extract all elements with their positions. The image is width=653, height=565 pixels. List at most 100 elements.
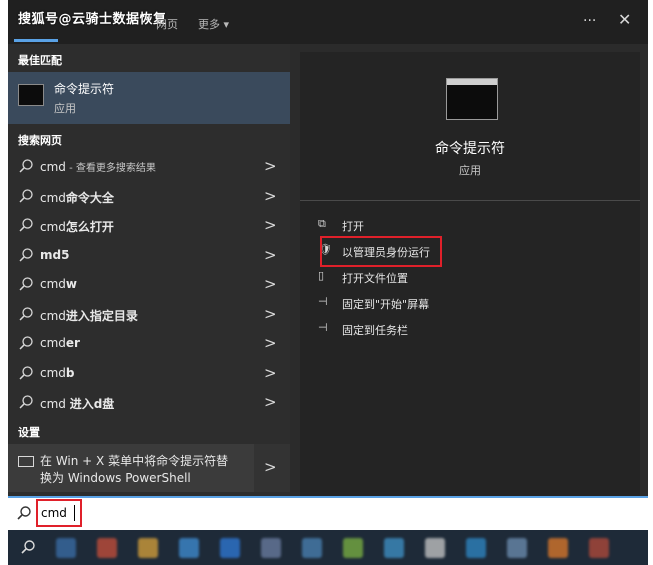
chevron-right-icon[interactable]: > xyxy=(264,334,277,352)
action-label: 打开文件位置 xyxy=(342,272,408,285)
command-prompt-icon xyxy=(18,84,44,106)
taskbar-app-icon[interactable] xyxy=(343,538,363,558)
web-result-suffix: 命令大全 xyxy=(65,190,114,205)
best-match-subtitle: 应用 xyxy=(54,102,76,115)
action-label: 固定到"开始"屏幕 xyxy=(342,298,430,311)
web-result-label: cmdw xyxy=(40,277,77,291)
taskbar-app-icon[interactable] xyxy=(138,538,158,558)
taskbar-search-icon[interactable] xyxy=(20,539,36,555)
web-result-item[interactable]: md5 > xyxy=(8,241,290,270)
pin-icon: ⊣ xyxy=(318,295,328,308)
setting-expand-button[interactable]: > xyxy=(254,444,290,492)
web-result-suffix: 进入d盘 xyxy=(69,397,115,411)
web-result-prefix: cmd xyxy=(40,220,66,234)
search-icon xyxy=(19,188,33,203)
search-focus-line xyxy=(8,496,648,498)
web-result-label: cmd命令大全 xyxy=(40,189,114,206)
chevron-right-icon[interactable]: > xyxy=(264,305,277,323)
taskbar-app-icon[interactable] xyxy=(384,538,404,558)
search-input[interactable] xyxy=(41,504,341,522)
search-icon xyxy=(19,277,33,291)
search-icon xyxy=(17,506,31,520)
setting-item-powershell[interactable]: 在 Win + X 菜单中将命令提示符替 换为 Windows PowerShe… xyxy=(8,444,290,492)
web-result-suffix: er xyxy=(65,336,80,350)
web-result-prefix: cmd xyxy=(40,277,66,291)
chevron-right-icon[interactable]: > xyxy=(264,187,277,205)
web-result-item[interactable]: cmd - 查看更多搜索结果 > xyxy=(8,152,290,181)
web-result-prefix: cmd xyxy=(40,336,66,350)
taskbar-app-icon[interactable] xyxy=(425,538,445,558)
setting-line-1: 在 Win + X 菜单中将命令提示符替 xyxy=(40,454,229,468)
tab-web[interactable]: 网页 xyxy=(156,16,178,32)
taskbar-app-icon[interactable] xyxy=(56,538,76,558)
results-pane: 最佳匹配 命令提示符 应用 搜索网页 cmd - 查看更多搜索结果 > cmd命令大… xyxy=(8,44,290,496)
web-result-prefix: cmd xyxy=(40,190,66,205)
preview-title: 命令提示符 xyxy=(435,141,505,157)
chevron-right-icon[interactable]: > xyxy=(264,216,277,234)
preview-subtitle: 应用 xyxy=(459,164,481,177)
web-heading: 搜索网页 xyxy=(18,134,62,147)
action-label: 固定到任务栏 xyxy=(342,324,408,337)
web-result-item[interactable]: cmd怎么打开 > xyxy=(8,211,290,240)
web-result-label: cmd进入指定目录 xyxy=(40,307,138,324)
web-result-label: cmdb xyxy=(40,366,75,380)
taskbar-app-icon[interactable] xyxy=(97,538,117,558)
taskbar-app-icon[interactable] xyxy=(302,538,322,558)
settings-heading: 设置 xyxy=(18,426,40,439)
search-highlight-box xyxy=(36,499,82,527)
tab-more[interactable]: 更多 ▾ xyxy=(198,16,229,32)
command-prompt-large-icon xyxy=(446,78,498,120)
search-icon xyxy=(19,306,33,321)
chevron-right-icon: > xyxy=(264,458,277,476)
web-result-item[interactable]: cmd进入指定目录 > xyxy=(8,300,290,329)
search-icon xyxy=(19,247,33,262)
search-icon xyxy=(19,365,33,380)
taskbar-app-icon[interactable] xyxy=(261,538,281,558)
chevron-right-icon[interactable]: > xyxy=(264,246,277,264)
taskbar-app-icon[interactable] xyxy=(179,538,199,558)
more-options-icon[interactable]: ··· xyxy=(583,13,596,29)
web-result-item[interactable]: cmdw > xyxy=(8,270,290,299)
divider xyxy=(300,200,640,201)
web-result-item[interactable]: cmd 进入d盘 > xyxy=(8,388,290,417)
web-result-suffix: w xyxy=(65,277,77,291)
chevron-right-icon[interactable]: > xyxy=(264,275,277,293)
web-result-item[interactable]: cmder > xyxy=(8,329,290,358)
web-result-label: cmd怎么打开 xyxy=(40,218,114,235)
taskbar-app-icon[interactable] xyxy=(220,538,240,558)
chevron-right-icon[interactable]: > xyxy=(264,364,277,382)
web-result-label: md5 xyxy=(40,248,69,262)
web-result-suffix: 进入指定目录 xyxy=(65,308,138,323)
search-bar xyxy=(8,496,648,530)
taskbar-app-icon[interactable] xyxy=(466,538,486,558)
open-icon: ⧉ xyxy=(318,217,326,230)
best-match-heading: 最佳匹配 xyxy=(18,54,62,67)
web-result-label: cmder xyxy=(40,336,80,350)
taskbar-app-icon[interactable] xyxy=(589,538,609,558)
web-result-suffix: b xyxy=(65,365,75,380)
active-tab-indicator xyxy=(14,39,58,42)
setting-line-2: 换为 Windows PowerShell xyxy=(40,471,191,485)
web-result-prefix: cmd xyxy=(40,308,66,323)
chevron-right-icon[interactable]: > xyxy=(264,393,277,411)
web-result-suffix: 怎么打开 xyxy=(65,220,114,234)
best-match-item[interactable]: 命令提示符 应用 xyxy=(8,72,290,124)
web-result-item[interactable]: cmdb > xyxy=(8,359,290,388)
web-result-item[interactable]: cmd命令大全 > xyxy=(8,182,290,211)
search-icon xyxy=(19,336,33,350)
folder-icon: ▯ xyxy=(318,269,325,282)
web-result-suffix: - 查看更多搜索结果 xyxy=(65,163,156,174)
close-icon[interactable]: ✕ xyxy=(618,10,631,29)
web-result-label: cmd 进入d盘 xyxy=(40,395,114,412)
chevron-right-icon[interactable]: > xyxy=(264,157,277,175)
watermark: 搜狐号@云骑士数据恢复 xyxy=(18,12,167,27)
best-match-title: 命令提示符 xyxy=(54,82,115,96)
admin-highlight-box xyxy=(320,236,442,267)
taskbar-app-icon[interactable] xyxy=(548,538,568,558)
preview-pane: 命令提示符 应用 ⧉ 打开 🛡 以管理员身份运行 ▯ 打开文件位置 ⊣ 固定到"开始"屏幕 ⊣ 固… xyxy=(300,52,640,496)
web-result-label: cmd - 查看更多搜索结果 xyxy=(40,159,156,174)
taskbar-app-icon[interactable] xyxy=(507,538,527,558)
pin-taskbar-icon: ⊣ xyxy=(318,321,328,334)
search-header: 搜狐号@云骑士数据恢复 网页 更多 ▾ ··· ✕ xyxy=(8,0,648,44)
search-icon xyxy=(19,218,33,232)
